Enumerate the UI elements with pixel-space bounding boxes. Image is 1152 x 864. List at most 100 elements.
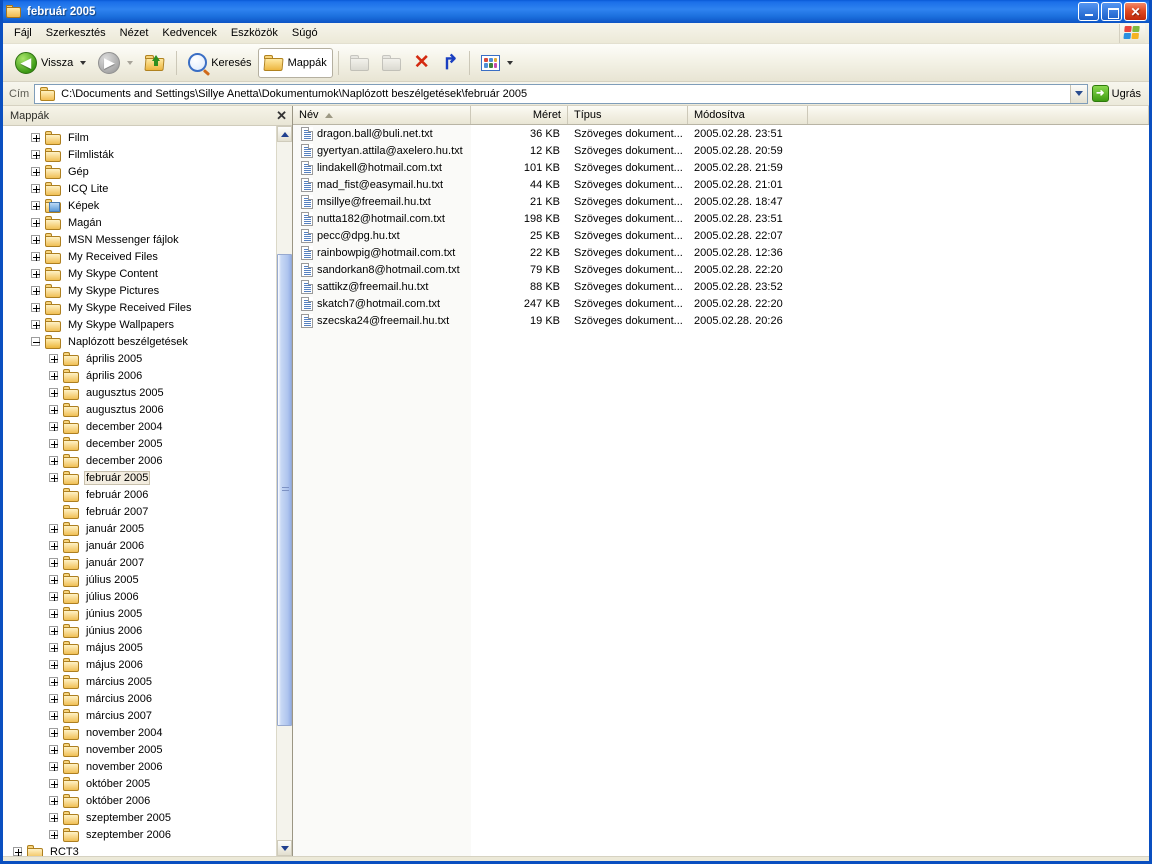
tree-node[interactable]: január 2007 [3,554,276,571]
tree-node[interactable]: május 2006 [3,656,276,673]
expand-icon[interactable] [31,235,40,244]
tree-node[interactable]: november 2004 [3,724,276,741]
expand-icon[interactable] [31,133,40,142]
table-row[interactable]: pecc@dpg.hu.txt 25 KB Szöveges dokument...… [293,227,1149,244]
tree-node[interactable]: november 2005 [3,741,276,758]
tree-node[interactable]: július 2006 [3,588,276,605]
tree-node[interactable]: My Skype Received Files [3,299,276,316]
folders-button[interactable]: Mappák [257,47,333,78]
expand-icon[interactable] [49,439,58,448]
close-button[interactable]: ✕ [1124,2,1147,21]
expand-icon[interactable] [49,626,58,635]
expand-icon[interactable] [49,575,58,584]
tree-node[interactable]: december 2006 [3,452,276,469]
expand-icon[interactable] [49,558,58,567]
expand-icon[interactable] [31,286,40,295]
menu-tools[interactable]: Eszközök [224,25,285,41]
tree-node[interactable]: december 2005 [3,435,276,452]
tree-node[interactable]: szeptember 2005 [3,809,276,826]
expand-icon[interactable] [49,388,58,397]
column-header-size[interactable]: Méret [471,106,568,124]
expand-icon[interactable] [31,184,40,193]
expand-icon[interactable] [49,541,58,550]
tree-scrollbar[interactable] [276,126,292,856]
tree-node[interactable]: RCT3 [3,843,276,856]
table-row[interactable]: sattikz@freemail.hu.txt 88 KB Szöveges dok… [293,278,1149,295]
collapse-icon[interactable] [31,337,40,346]
expand-icon[interactable] [49,711,58,720]
table-row[interactable]: szecska24@freemail.hu.txt 19 KB Szöveges d… [293,312,1149,329]
views-dropdown-icon[interactable] [507,60,514,65]
expand-icon[interactable] [49,524,58,533]
undo-button[interactable]: ↰ [436,48,465,78]
tree-node[interactable]: Gép [3,163,276,180]
tree-node[interactable]: június 2005 [3,605,276,622]
scroll-down-icon[interactable] [277,840,292,856]
tree-node[interactable]: február 2005 [3,469,276,486]
expand-icon[interactable] [31,303,40,312]
tree-node[interactable]: január 2005 [3,520,276,537]
back-dropdown-icon[interactable] [80,60,87,65]
column-header-modified[interactable]: Módosítva [688,106,808,124]
tree-node[interactable]: május 2005 [3,639,276,656]
tree-node[interactable]: március 2006 [3,690,276,707]
tree-node[interactable]: október 2005 [3,775,276,792]
table-row[interactable]: skatch7@hotmail.com.txt 247 KB Szöveges do… [293,295,1149,312]
tree-node[interactable]: My Skype Pictures [3,282,276,299]
expand-icon[interactable] [49,677,58,686]
tree-node[interactable]: október 2006 [3,792,276,809]
tree-node[interactable]: Film [3,129,276,146]
expand-icon[interactable] [49,728,58,737]
tree-node[interactable]: február 2006 [3,486,276,503]
expand-icon[interactable] [31,320,40,329]
expand-icon[interactable] [49,660,58,669]
expand-icon[interactable] [49,745,58,754]
tree-node[interactable]: szeptember 2006 [3,826,276,843]
table-row[interactable]: sandorkan8@hotmail.com.txt 79 KB Szöveges … [293,261,1149,278]
folder-tree[interactable]: Film Filmlisták Gép ICQ Lite Képek Magán MSN M… [3,126,276,856]
tree-node[interactable]: június 2006 [3,622,276,639]
expand-icon[interactable] [49,473,58,482]
menu-edit[interactable]: Szerkesztés [39,25,113,41]
expand-icon[interactable] [49,762,58,771]
scroll-thumb[interactable] [277,254,292,726]
tree-node[interactable]: My Skype Wallpapers [3,316,276,333]
expand-icon[interactable] [49,456,58,465]
expand-icon[interactable] [31,218,40,227]
expand-icon[interactable] [49,592,58,601]
tree-node[interactable]: Filmlisták [3,146,276,163]
table-row[interactable]: rainbowpig@hotmail.com.txt 22 KB Szöveges … [293,244,1149,261]
table-row[interactable]: msillye@freemail.hu.txt 21 KB Szöveges dok… [293,193,1149,210]
address-dropdown-button[interactable] [1069,84,1087,103]
tree-node[interactable]: február 2007 [3,503,276,520]
menu-view[interactable]: Nézet [113,25,156,41]
expand-icon[interactable] [31,269,40,278]
expand-icon[interactable] [31,252,40,261]
tree-node[interactable]: My Received Files [3,248,276,265]
tree-node[interactable]: Magán [3,214,276,231]
expand-icon[interactable] [49,779,58,788]
tree-node[interactable]: MSN Messenger fájlok [3,231,276,248]
up-button[interactable] [139,48,171,78]
tree-node[interactable]: ICQ Lite [3,180,276,197]
tree-node[interactable]: március 2007 [3,707,276,724]
back-button[interactable]: ◀ Vissza [9,48,92,78]
file-rows[interactable]: dragon.ball@buli.net.txt 36 KB Szöveges do… [293,125,1149,856]
expand-icon[interactable] [31,201,40,210]
table-row[interactable]: dragon.ball@buli.net.txt 36 KB Szöveges do… [293,125,1149,142]
scroll-up-icon[interactable] [277,126,292,142]
column-header-name[interactable]: Név [293,106,471,124]
tree-node[interactable]: Naplózott beszélgetések [3,333,276,350]
close-icon[interactable]: ✕ [276,109,287,122]
address-input[interactable]: C:\Documents and Settings\Sillye Anetta\… [34,83,1088,104]
go-button[interactable]: ➜ Ugrás [1088,85,1147,102]
menu-favorites[interactable]: Kedvencek [155,25,223,41]
menu-help[interactable]: Súgó [285,25,325,41]
expand-icon[interactable] [13,847,22,856]
expand-icon[interactable] [49,813,58,822]
tree-node[interactable]: április 2005 [3,350,276,367]
maximize-button[interactable] [1101,2,1122,21]
expand-icon[interactable] [49,643,58,652]
expand-icon[interactable] [49,694,58,703]
table-row[interactable]: nutta182@hotmail.com.txt 198 KB Szöveges d… [293,210,1149,227]
